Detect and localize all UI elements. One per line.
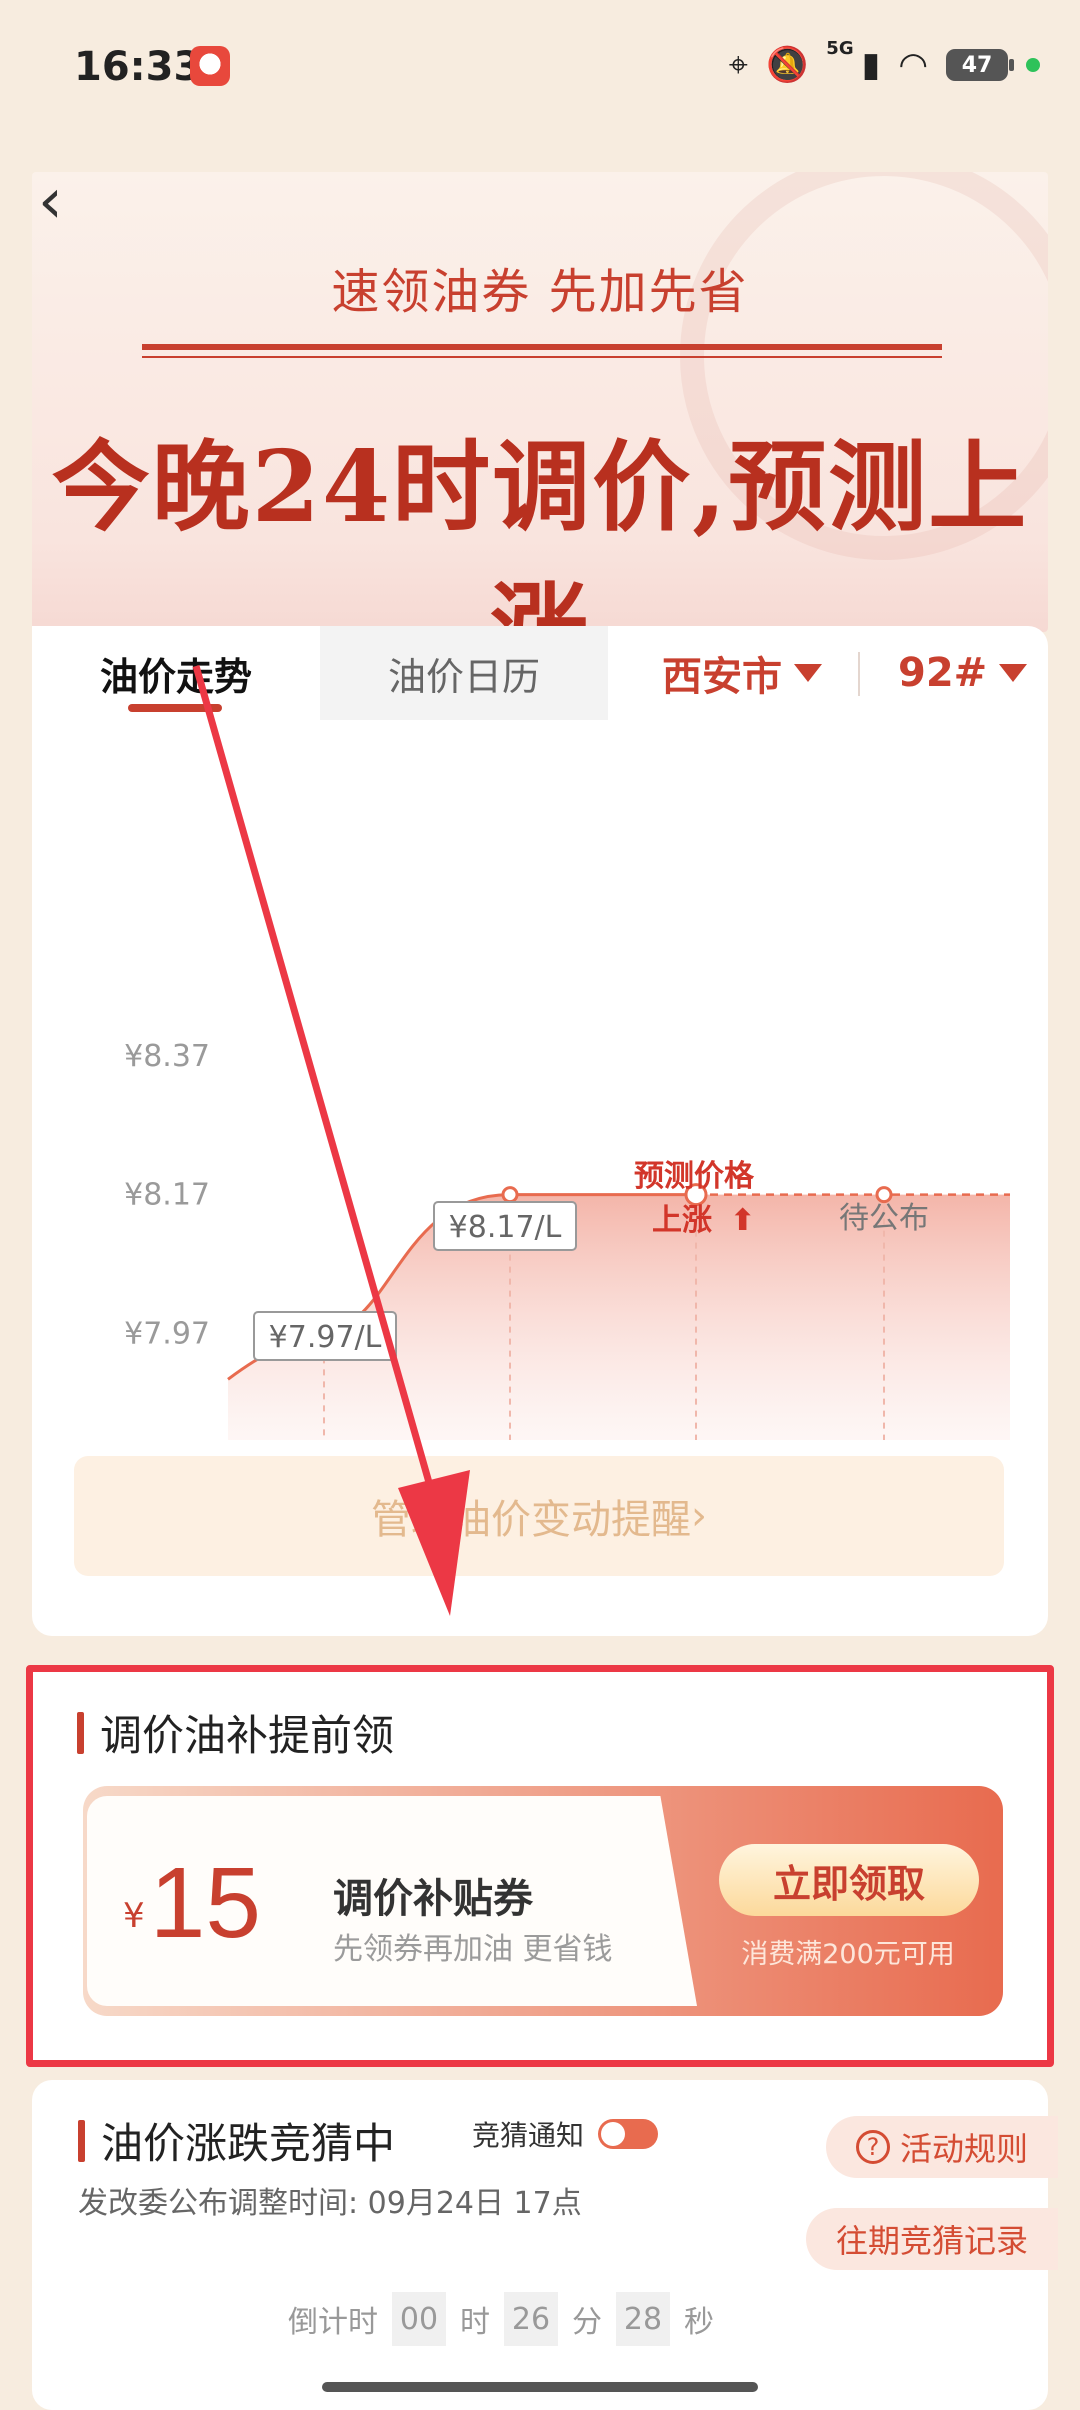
subsidy-coupon: ¥ 15 调价补贴券 先领券再加油 更省钱 立即领取 消费满200元可用 [83,1786,1003,2016]
caret-down-icon [794,664,822,682]
y-tick-label: ¥7.97 [124,1316,210,1351]
guess-title-text: 油价涨跌竞猜中 [101,2119,396,2168]
tooltip-1: ¥7.97/L [253,1311,397,1361]
coupon-body: ¥ 15 调价补贴券 先领券再加油 更省钱 [87,1796,697,2006]
subsidy-card: 调价油补提前领 ¥ 15 调价补贴券 先领券再加油 更省钱 立即领取 消费满20… [26,1665,1054,2067]
city-selector[interactable]: 西安市 [662,626,822,720]
price-alert-button[interactable]: 管理油价变动提醒 › [74,1456,1004,1576]
claim-button[interactable]: 立即领取 [719,1844,979,1916]
y-tick-label: ¥8.37 [124,1039,210,1074]
tab-label: 油价日历 [387,654,540,699]
home-indicator[interactable] [322,2382,758,2392]
network-type: 5G [826,38,854,59]
price-trend-card: 油价走势 油价日历 西安市 92# ¥8.37¥8.17¥7.97¥7.77 0… [32,626,1048,1636]
price-chart: ¥8.37¥8.17¥7.97¥7.77 08/2809/11今天10/15 ¥… [124,1039,1010,1440]
data-point [501,1186,519,1204]
minutes-unit: 分 [572,2305,602,2340]
tab-price-calendar[interactable]: 油价日历 [320,626,608,720]
coupon-amount: ¥ 15 [123,1846,261,1961]
countdown-hours: 00 [392,2292,446,2346]
rules-label: 活动规则 [899,2130,1028,2168]
notification-app-icon [190,46,230,86]
claim-condition: 消费满200元可用 [741,1939,955,1970]
subsidy-title: 调价油补提前领 [77,1702,394,1763]
caret-down-icon [999,664,1028,682]
header-banner: 速领油券 先加先省 今晚24时调价,预测上涨 [32,172,1048,632]
countdown-seconds: 28 [616,2292,670,2346]
predict-line-2: 上涨 [652,1203,712,1238]
subsidy-title-text: 调价油补提前领 [100,1711,395,1760]
banner-headline: 今晚24时调价,预测上涨 [51,430,1029,632]
tooltip-2-text: ¥8.17/L [449,1210,562,1245]
selector-divider [858,652,860,696]
history-button[interactable]: 往期竞猜记录 [805,2208,1058,2270]
privacy-dot [1026,58,1040,72]
guess-title: 油价涨跌竞猜中 [78,2110,395,2171]
fuel-selector[interactable]: 92# [898,626,1028,720]
trend-tabs: 油价走势 油价日历 西安市 92# [32,626,1048,720]
guess-notify: 竞猜通知 [472,2114,659,2154]
history-label: 往期竞猜记录 [835,2222,1028,2260]
system-icons: ⌖ 🔕 5G ▮ ◠ 47 [729,40,1040,90]
tooltip-1-text: ¥7.97/L [269,1320,382,1355]
data-point [875,1186,893,1204]
up-arrow-icon: ⬆ [730,1203,755,1238]
fuel-label: 92# [898,650,988,696]
countdown: 倒计时 00 时 26 分 28 秒 [288,2292,714,2346]
coupon-value: 15 [149,1847,261,1959]
question-icon: ? [855,2130,890,2164]
location-icon: ⌖ [728,45,748,85]
countdown-label: 倒计时 [288,2305,378,2340]
rules-button[interactable]: ? 活动规则 [825,2116,1058,2178]
chevron-right-icon: › [691,1493,707,1539]
seconds-unit: 秒 [684,2305,714,2340]
hours-unit: 时 [460,2305,490,2340]
announce-time: 发改委公布调整时间: 09月24日 17点 [78,2186,582,2221]
tooltip-2: ¥8.17/L [433,1201,577,1251]
wifi-icon: ◠ [898,45,928,85]
battery-icon: 47 [946,49,1014,81]
city-label: 西安市 [662,654,782,700]
tab-underline [128,704,222,712]
mute-icon: 🔕 [765,45,809,85]
y-tick-label: ¥8.17 [124,1178,210,1213]
notify-label: 竞猜通知 [472,2119,585,2152]
title-accent-bar [78,2119,85,2162]
countdown-minutes: 26 [504,2292,558,2346]
tab-label: 油价走势 [99,654,252,699]
status-time: 16:33 [74,44,202,90]
pending-label: 待公布 [839,1201,929,1236]
coupon-desc: 先领券再加油 更省钱 [333,1932,613,1967]
title-accent-bar [77,1711,84,1754]
price-alert-label: 管理油价变动提醒 [371,1497,691,1543]
banner-subtitle: 速领油券 先加先省 [331,264,749,320]
back-icon[interactable]: ‹ [38,170,63,232]
coupon-title: 调价补贴券 [333,1876,533,1922]
price-guess-card: 油价涨跌竞猜中 竞猜通知 ? 活动规则 往期竞猜记录 发改委公布调整时间: 09… [32,2080,1058,2410]
notify-toggle[interactable] [598,2119,659,2149]
banner-rule-thin [142,356,942,358]
predict-line-1: 预测价格 [634,1159,755,1194]
status-bar: 16:33 ⌖ 🔕 5G ▮ ◠ 47 [0,0,1080,140]
coupon-currency: ¥ [123,1896,145,1936]
tab-price-trend[interactable]: 油价走势 [32,626,320,720]
banner-rule [142,344,942,350]
signal-icon: ▮ [861,45,881,85]
